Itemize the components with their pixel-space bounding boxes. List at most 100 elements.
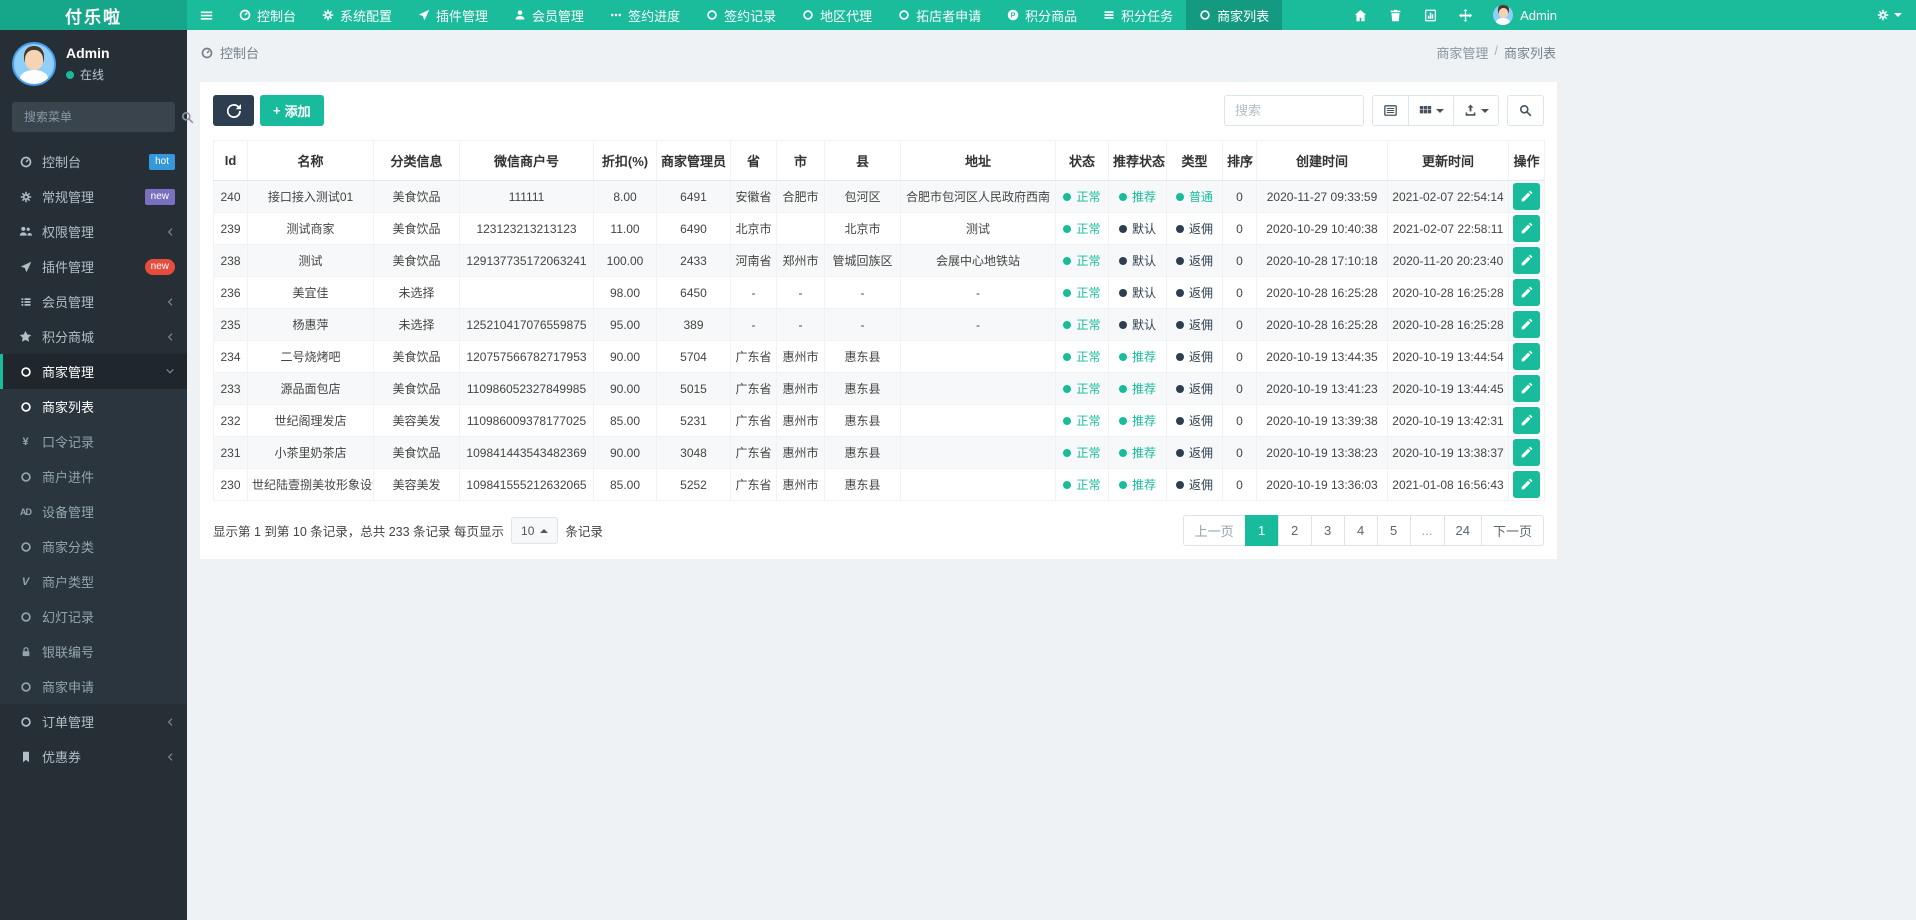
sidebar-item-银联编号[interactable]: 银联编号 (0, 634, 187, 669)
edit-button[interactable] (1513, 407, 1540, 434)
sidebar-item-积分商城[interactable]: 积分商城 (0, 319, 187, 354)
page-button-4[interactable]: 4 (1343, 515, 1378, 546)
chevron-down-icon (165, 367, 175, 377)
sidebar-item-常规管理[interactable]: 常规管理 new (0, 179, 187, 214)
column-header-状态: 状态 (1055, 140, 1109, 181)
refresh-button[interactable] (213, 95, 254, 126)
edit-button[interactable] (1513, 183, 1540, 210)
page-button-24[interactable]: 24 (1443, 515, 1482, 546)
column-header-名称: 名称 (247, 140, 374, 181)
top-menu-item-积分任务[interactable]: 积分任务 (1090, 0, 1186, 30)
cell-sort: 0 (1222, 340, 1257, 373)
column-header-省: 省 (730, 140, 777, 181)
sidebar-item-商家列表[interactable]: 商家列表 (0, 389, 187, 424)
page-size-dropdown[interactable]: 10 (511, 517, 559, 544)
status-dot-icon (1063, 416, 1072, 425)
sidebar-item-口令记录[interactable]: ¥ 口令记录 (0, 424, 187, 459)
cell-county: 惠东县 (824, 468, 901, 501)
status-dot-icon (1063, 224, 1072, 233)
top-menu-item-商家列表[interactable]: 商家列表 (1186, 0, 1283, 30)
page-button-1[interactable]: 1 (1244, 515, 1279, 546)
columns-dropdown-button[interactable] (1408, 95, 1454, 126)
sidebar-toggle-button[interactable] (187, 0, 226, 30)
sidebar-item-优惠券[interactable]: 优惠券 (0, 739, 187, 774)
top-menu-item-会员管理[interactable]: 会员管理 (501, 0, 597, 30)
top-menu-item-签约进度[interactable]: 签约进度 (597, 0, 693, 30)
status-dot-icon (1063, 480, 1072, 489)
breadcrumb-parent[interactable]: 商家管理 (1436, 43, 1488, 62)
search-toggle-button[interactable] (1507, 95, 1544, 126)
sidebar-item-控制台[interactable]: 控制台 hot (0, 144, 187, 179)
fullscreen-button[interactable] (1448, 0, 1483, 30)
sidebar-item-商家申请[interactable]: 商家申请 (0, 669, 187, 704)
settings-dropdown[interactable] (1877, 9, 1902, 21)
edit-button[interactable] (1513, 247, 1540, 274)
cell-category: 美食饮品 (373, 212, 460, 245)
detail-view-button[interactable] (1372, 95, 1409, 126)
page-button-3[interactable]: 3 (1310, 515, 1345, 546)
status-badge: 默认 (1118, 220, 1156, 237)
user-menu[interactable]: Admin (1483, 5, 1567, 25)
status-badge: 正常 (1063, 444, 1101, 461)
cell-recommend: 推荐 (1108, 468, 1167, 501)
status-badge: 正常 (1063, 316, 1101, 333)
sidebar-item-幻灯记录[interactable]: 幻灯记录 (0, 599, 187, 634)
sidebar-item-插件管理[interactable]: 插件管理 new (0, 249, 187, 284)
cell-updated: 2020-10-19 13:44:45 (1387, 372, 1509, 405)
prev-page-button[interactable]: 上一页 (1182, 515, 1246, 546)
chevron-left-icon (165, 297, 175, 307)
sidebar-item-权限管理[interactable]: 权限管理 (0, 214, 187, 249)
cell-wechat_id: 109841555212632065 (459, 468, 594, 501)
edit-button[interactable] (1513, 471, 1540, 498)
menu-search-input[interactable] (22, 109, 181, 125)
sidebar-menu: 控制台 hot 常规管理 new 权限管理 插件管理 new 会员管理 积分商城 商家管理 商家列表… (0, 144, 187, 774)
sidebar-item-会员管理[interactable]: 会员管理 (0, 284, 187, 319)
table-search-input[interactable] (1224, 95, 1364, 126)
top-menu-item-控制台[interactable]: 控制台 (226, 0, 309, 30)
caret-down-icon (1894, 13, 1902, 17)
table-row: 234 二号烧烤吧 美食饮品 120757566782717953 90.00 5704 广… (213, 340, 1545, 373)
cell-created: 2020-10-19 13:38:23 (1256, 436, 1388, 469)
sidebar-item-商户类型[interactable]: V 商户类型 (0, 564, 187, 599)
hamburger-icon (200, 9, 213, 22)
status-dot-icon (1118, 224, 1127, 233)
table-row: 239 测试商家 美食饮品 123123213213123 11.00 6490 北京市 北京… (213, 212, 1545, 245)
home-button[interactable] (1343, 0, 1378, 30)
edit-button[interactable] (1513, 343, 1540, 370)
sidebar-item-商家分类[interactable]: 商家分类 (0, 529, 187, 564)
edit-button[interactable] (1513, 439, 1540, 466)
sidebar-item-订单管理[interactable]: 订单管理 (0, 704, 187, 739)
cell-sort: 0 (1222, 372, 1257, 405)
page-button-5[interactable]: 5 (1376, 515, 1411, 546)
top-menu-item-插件管理[interactable]: 插件管理 (405, 0, 501, 30)
top-menu-item-拓店者申请[interactable]: 拓店者申请 (885, 0, 994, 30)
report-button[interactable] (1413, 0, 1448, 30)
edit-button[interactable] (1513, 279, 1540, 306)
top-menu-item-地区代理[interactable]: 地区代理 (789, 0, 885, 30)
next-page-button[interactable]: 下一页 (1480, 515, 1544, 546)
export-dropdown-button[interactable] (1453, 95, 1499, 126)
edit-button[interactable] (1513, 215, 1540, 242)
edit-button[interactable] (1513, 311, 1540, 338)
cell-recommend: 推荐 (1108, 340, 1167, 373)
sidebar-item-商户进件[interactable]: 商户进件 (0, 459, 187, 494)
page-button-2[interactable]: 2 (1277, 515, 1312, 546)
cell-updated: 2021-01-08 16:56:43 (1387, 468, 1509, 501)
cell-status: 正常 (1055, 340, 1109, 373)
sidebar-item-商家管理[interactable]: 商家管理 (0, 354, 187, 389)
trash-button[interactable] (1378, 0, 1413, 30)
cell-city: - (776, 276, 825, 309)
edit-button[interactable] (1513, 375, 1540, 402)
cell-category: 未选择 (373, 308, 460, 341)
top-menu-item-积分商品[interactable]: P 积分商品 (994, 0, 1090, 30)
top-menu-item-系统配置[interactable]: 系统配置 (309, 0, 405, 30)
top-menu-item-签约记录[interactable]: 签约记录 (693, 0, 789, 30)
add-button[interactable]: + 添加 (260, 95, 324, 126)
status-badge: 正常 (1063, 380, 1101, 397)
cell-county: 惠东县 (824, 404, 901, 437)
column-header-微信商户号: 微信商户号 (459, 140, 594, 181)
avatar (12, 42, 56, 86)
sidebar-item-设备管理[interactable]: AD 设备管理 (0, 494, 187, 529)
status-badge: 正常 (1063, 220, 1101, 237)
column-header-折扣(%): 折扣(%) (593, 140, 657, 181)
